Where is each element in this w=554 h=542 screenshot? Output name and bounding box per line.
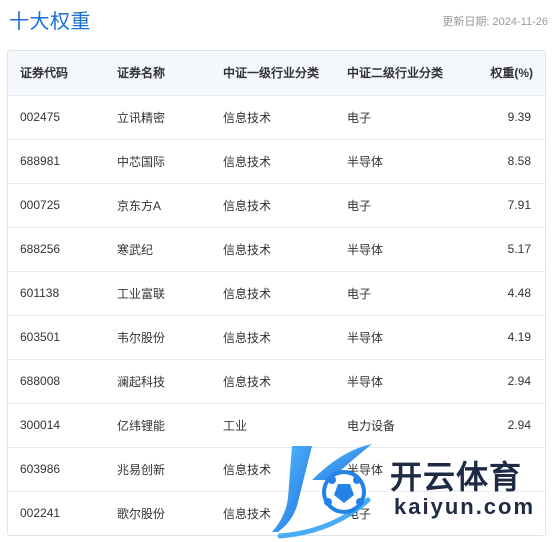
column-header-name: 证券名称	[117, 66, 166, 81]
cell-code: 688256	[20, 242, 61, 256]
table-row: 603501 韦尔股份 信息技术 半导体 4.19	[8, 315, 545, 359]
cell-code: 603501	[20, 330, 61, 344]
cell-code: 688008	[20, 374, 61, 388]
table-row: 688981 中芯国际 信息技术 半导体 8.58	[8, 139, 545, 183]
column-header-weight: 权重(%)	[490, 66, 533, 81]
page-title: 十大权重	[9, 11, 91, 33]
table-row: 002475 立讯精密 信息技术 电子 9.39	[8, 95, 545, 139]
cell-code: 688981	[20, 154, 61, 168]
cell-code: 300014	[20, 418, 61, 432]
cell-l2-industry: 电子	[347, 198, 372, 213]
cell-l2-industry: 半导体	[347, 330, 384, 345]
cell-weight: 4.19	[507, 330, 531, 344]
table-row: 688008 澜起科技 信息技术 半导体 2.94	[8, 359, 545, 403]
cell-l1-industry: 信息技术	[223, 198, 272, 213]
cell-name: 澜起科技	[117, 374, 166, 389]
update-value: 2024-11-26	[492, 16, 548, 28]
watermark-brand: 开云体育	[390, 459, 523, 495]
cell-name: 寒武纪	[117, 242, 154, 257]
update-label: 更新日期:	[442, 16, 490, 28]
cell-l2-industry: 电子	[347, 110, 372, 125]
column-header-l2-industry: 中证二级行业分类	[347, 66, 444, 81]
cell-name: 歌尔股份	[117, 506, 166, 521]
cell-weight: 9.39	[507, 110, 531, 124]
cell-l1-industry: 信息技术	[223, 242, 272, 257]
cell-weight: 2.94	[507, 374, 531, 388]
cell-name: 京东方A	[117, 198, 162, 213]
update-date: 更新日期: 2024-11-26	[442, 13, 548, 29]
cell-name: 亿纬锂能	[117, 418, 166, 433]
cell-weight: 7.91	[507, 198, 531, 212]
table-header-row: 证券代码 证券名称 中证一级行业分类 中证二级行业分类 权重(%)	[8, 51, 545, 95]
cell-l1-industry: 信息技术	[223, 110, 272, 125]
column-header-code: 证券代码	[20, 66, 69, 81]
cell-code: 000725	[20, 198, 61, 212]
cell-name: 韦尔股份	[117, 330, 166, 345]
cell-l1-industry: 信息技术	[223, 374, 272, 389]
table-row: 000725 京东方A 信息技术 电子 7.91	[8, 183, 545, 227]
table-row: 601138 工业富联 信息技术 电子 4.48	[8, 271, 545, 315]
cell-l1-industry: 信息技术	[223, 286, 272, 301]
cell-code: 002475	[20, 110, 61, 124]
cell-weight: 4.48	[507, 286, 531, 300]
cell-l1-industry: 信息技术	[223, 330, 272, 345]
cell-l2-industry: 半导体	[347, 154, 384, 169]
cell-name: 立讯精密	[117, 110, 166, 125]
cell-name: 工业富联	[117, 286, 166, 301]
watermark-url: kaiyun.com	[394, 494, 536, 519]
cell-code: 603986	[20, 462, 61, 476]
cell-l2-industry: 半导体	[347, 242, 384, 257]
table-row: 688256 寒武纪 信息技术 半导体 5.17	[8, 227, 545, 271]
cell-name: 兆易创新	[117, 462, 166, 477]
column-header-l1-industry: 中证一级行业分类	[223, 66, 320, 81]
cell-l1-industry: 信息技术	[223, 154, 272, 169]
page-header: 十大权重 更新日期: 2024-11-26	[0, 0, 554, 40]
cell-code: 601138	[20, 286, 60, 300]
cell-weight: 5.17	[507, 242, 531, 256]
cell-weight: 8.58	[507, 154, 531, 168]
cell-l2-industry: 电子	[347, 286, 372, 301]
cell-name: 中芯国际	[117, 154, 166, 169]
cell-l2-industry: 半导体	[347, 374, 384, 389]
k-soccer-ball-icon	[272, 444, 372, 539]
cell-code: 002241	[20, 506, 61, 521]
